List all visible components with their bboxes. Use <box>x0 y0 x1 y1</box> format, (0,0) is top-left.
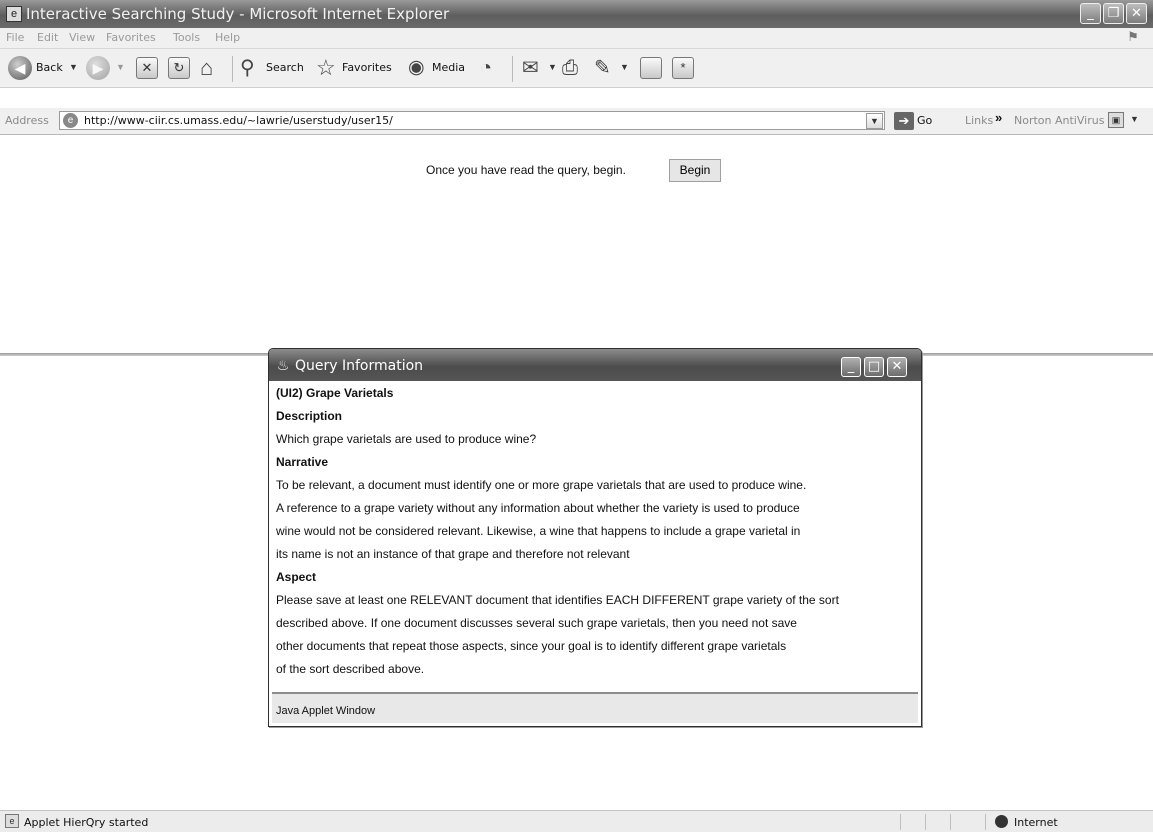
print-icon[interactable]: ⎙ <box>562 56 578 80</box>
media-icon[interactable]: ◉ <box>408 56 425 80</box>
query-window-title: Query Information <box>295 358 424 374</box>
links-label[interactable]: Links <box>965 114 993 127</box>
query-line: (UI2) Grape Varietals <box>276 386 394 400</box>
discuss-icon[interactable] <box>640 57 662 79</box>
minimize-button[interactable]: _ <box>1080 3 1101 24</box>
query-line: Narrative <box>276 455 329 469</box>
query-line: wine would not be considered relevant. L… <box>276 524 801 538</box>
window-title: Interactive Searching Study - Microsoft … <box>26 5 450 23</box>
forward-dropdown-icon[interactable]: ▼ <box>116 62 125 72</box>
query-line: To be relevant, a document must identify… <box>276 478 807 492</box>
window-titlebar[interactable]: e Interactive Searching Study - Microsof… <box>0 0 1153 28</box>
links-chevron-icon[interactable]: » <box>995 110 1002 125</box>
page-status-icon: e <box>5 814 19 828</box>
query-line: described above. If one document discuss… <box>276 616 797 630</box>
query-line: Aspect <box>276 570 317 584</box>
refresh-icon[interactable]: ↻ <box>168 57 190 79</box>
address-input[interactable]: e http://www-ciir.cs.umass.edu/~lawrie/u… <box>59 111 885 130</box>
applet-window-footer: Java Applet Window <box>272 692 918 723</box>
query-line: other documents that repeat those aspect… <box>276 639 787 653</box>
home-icon[interactable]: ⌂ <box>200 56 213 80</box>
search-button-label[interactable]: Search <box>266 61 304 74</box>
forward-arrow-icon[interactable]: ▶ <box>86 56 110 80</box>
edit-icon[interactable]: ✎ <box>594 56 611 80</box>
address-label: Address <box>5 114 49 127</box>
query-line: of the sort described above. <box>276 662 425 676</box>
query-line: Which grape varietals are used to produc… <box>276 432 537 446</box>
go-button-label[interactable]: Go <box>917 114 932 127</box>
applet-window-label: Java Applet Window <box>276 705 376 717</box>
norton-dropdown-icon[interactable]: ▼ <box>1130 114 1139 124</box>
begin-button[interactable]: Begin <box>669 159 721 182</box>
address-dropdown-icon[interactable]: ▼ <box>866 113 883 129</box>
norton-icon[interactable]: ▣ <box>1108 112 1124 128</box>
toolbar-separator <box>512 56 513 82</box>
ie-app-icon[interactable]: e <box>6 6 22 22</box>
favorites-button-label[interactable]: Favorites <box>342 61 392 74</box>
toolbar: ◀ Back ▼ ▶ ▼ ✕ ↻ ⌂ ⚲ Search ☆ Favorites … <box>0 49 1153 88</box>
address-bar: Address e http://www-ciir.cs.umass.edu/~… <box>0 108 1153 135</box>
menu-help[interactable]: Help <box>215 31 240 44</box>
back-dropdown-icon[interactable]: ▼ <box>69 62 78 72</box>
menu-view[interactable]: View <box>69 31 95 44</box>
status-text: Applet HierQry started <box>24 816 149 829</box>
address-url[interactable]: http://www-ciir.cs.umass.edu/~lawrie/use… <box>84 114 393 127</box>
back-arrow-icon[interactable]: ◀ <box>8 56 32 80</box>
media-button-label[interactable]: Media <box>432 61 465 74</box>
page-icon: e <box>63 113 78 128</box>
favorites-star-icon[interactable]: ☆ <box>316 56 336 80</box>
java-cup-icon: ♨ <box>276 357 290 373</box>
stop-icon[interactable]: ✕ <box>136 57 158 79</box>
query-line: Please save at least one RELEVANT docume… <box>276 593 839 607</box>
mail-icon[interactable]: ✉ <box>522 56 539 80</box>
status-bar: e Applet HierQry started Internet <box>0 810 1153 832</box>
query-text-area[interactable]: (UI2) Grape Varietals Description Which … <box>272 384 918 692</box>
search-icon[interactable]: ⚲ <box>240 56 255 80</box>
menu-favorites[interactable]: Favorites <box>106 31 156 44</box>
status-separator <box>925 814 926 830</box>
menu-tools[interactable]: Tools <box>173 31 200 44</box>
query-minimize-button[interactable]: _ <box>841 357 861 377</box>
query-information-window: ♨ Query Information _ □ ✕ (UI2) Grape Va… <box>268 348 922 727</box>
menu-edit[interactable]: Edit <box>37 31 58 44</box>
messenger-icon[interactable]: * <box>672 57 694 79</box>
close-button[interactable]: ✕ <box>1126 3 1147 24</box>
mail-dropdown-icon[interactable]: ▼ <box>548 62 557 72</box>
menu-bar: File Edit View Favorites Tools Help ⚑ <box>0 28 1153 49</box>
security-zone-label: Internet <box>1014 816 1058 829</box>
query-close-button[interactable]: ✕ <box>887 357 907 377</box>
status-separator <box>950 814 951 830</box>
query-window-titlebar[interactable]: ♨ Query Information _ □ ✕ <box>269 349 921 381</box>
norton-antivirus-label[interactable]: Norton AntiVirus <box>1014 114 1104 127</box>
query-line: A reference to a grape variety without a… <box>276 501 800 515</box>
go-arrow-icon[interactable]: ➔ <box>894 112 914 130</box>
status-separator <box>900 814 901 830</box>
menu-file[interactable]: File <box>6 31 24 44</box>
windows-logo-icon: ⚑ <box>1127 29 1139 44</box>
query-line: Description <box>276 409 343 423</box>
status-separator <box>985 814 986 830</box>
internet-zone-icon <box>995 815 1008 828</box>
restore-button[interactable]: ❐ <box>1103 3 1124 24</box>
page-content: Once you have read the query, begin. Beg… <box>0 135 1153 807</box>
query-maximize-button[interactable]: □ <box>864 357 884 377</box>
back-button-label[interactable]: Back <box>36 61 63 74</box>
edit-dropdown-icon[interactable]: ▼ <box>620 62 629 72</box>
toolbar-separator <box>232 56 233 82</box>
query-line: its name is not an instance of that grap… <box>276 547 630 561</box>
begin-prompt: Once you have read the query, begin. <box>426 163 626 177</box>
history-icon[interactable]: ◔ <box>480 56 492 80</box>
